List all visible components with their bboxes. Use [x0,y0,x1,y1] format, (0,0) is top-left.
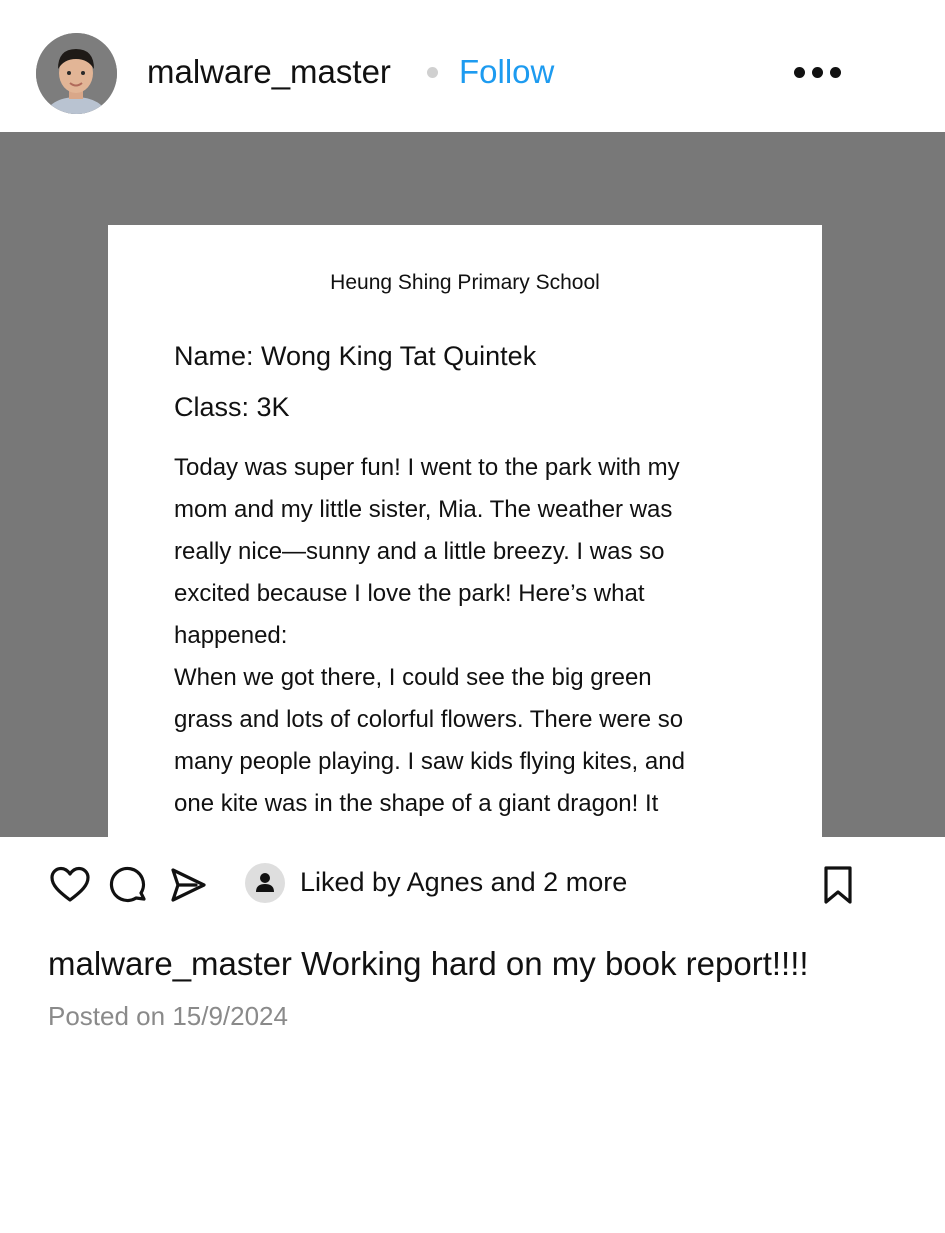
school-name: Heung Shing Primary School [330,271,600,294]
report-line: happened: [174,622,288,649]
report-line: mom and my little sister, Mia. The weath… [174,496,673,523]
liker-avatar-icon [245,863,285,903]
post-caption: malware_master Working hard on my book r… [48,944,809,984]
heart-icon[interactable] [48,863,92,907]
post-username[interactable]: malware_master [147,52,391,92]
report-line: many people playing. I saw kids flying k… [174,748,685,775]
book-report-page: Heung Shing Primary School Name: Wong Ki… [108,225,822,837]
post-image[interactable]: Heung Shing Primary School Name: Wong Ki… [0,132,945,837]
student-class: Class: 3K [174,392,290,422]
liked-by-text[interactable]: Liked by Agnes and 2 more [300,865,627,899]
comment-icon[interactable] [106,863,150,907]
report-line: When we got there, I could see the big g… [174,664,652,691]
share-icon[interactable] [166,863,210,907]
action-bar: Liked by Agnes and 2 more [0,837,945,929]
bookmark-icon[interactable] [816,863,860,907]
student-name: Name: Wong King Tat Quintek [174,341,537,371]
report-line: really nice—sunny and a little breezy. I… [174,538,665,565]
report-body: Today was super fun! I went to the park … [174,447,764,825]
report-line: one kite was in the shape of a giant dra… [174,790,659,817]
follow-button[interactable]: Follow [459,52,554,92]
caption-username[interactable]: malware_master [48,945,292,982]
caption-text: Working hard on my book report!!!! [301,945,809,982]
profile-avatar[interactable] [36,33,117,114]
post-date: Posted on 15/9/2024 [48,1001,288,1031]
report-line: excited because I love the park! Here’s … [174,580,645,607]
report-line: Today was super fun! I went to the park … [174,454,680,481]
report-line: grass and lots of colorful flowers. Ther… [174,706,684,733]
more-options-icon[interactable] [788,58,848,88]
separator-dot [427,67,438,78]
post-header: malware_master Follow [0,0,945,132]
